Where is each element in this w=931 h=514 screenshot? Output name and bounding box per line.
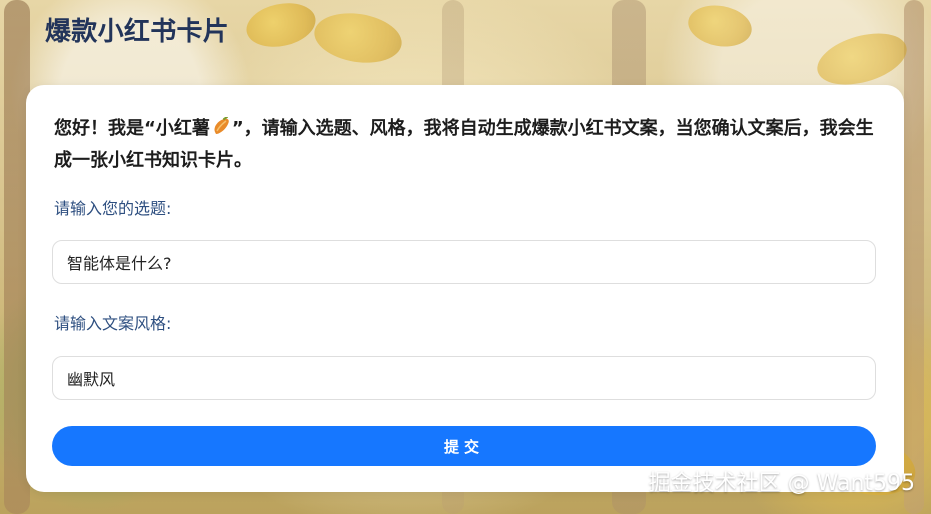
topic-label: 请输入您的选题: bbox=[54, 199, 172, 218]
sweet-potato-icon bbox=[211, 116, 231, 136]
page-title: 爆款小红书卡片 bbox=[45, 17, 230, 47]
topic-input[interactable] bbox=[52, 240, 876, 284]
intro-text-start: 您好！我是“小红薯 bbox=[54, 118, 210, 139]
watermark-text: 掘金技术社区 @ Want595 bbox=[648, 471, 915, 496]
style-input[interactable] bbox=[52, 356, 876, 400]
input-card: 您好！我是“小红薯 ”，请输入选题、风格，我将自动生成爆款小红书文案，当您确认文案… bbox=[26, 85, 904, 492]
style-label: 请输入文案风格: bbox=[54, 314, 172, 333]
submit-button[interactable]: 提交 bbox=[52, 426, 876, 466]
intro-message: 您好！我是“小红薯 ”，请输入选题、风格，我将自动生成爆款小红书文案，当您确认文案… bbox=[54, 113, 882, 177]
